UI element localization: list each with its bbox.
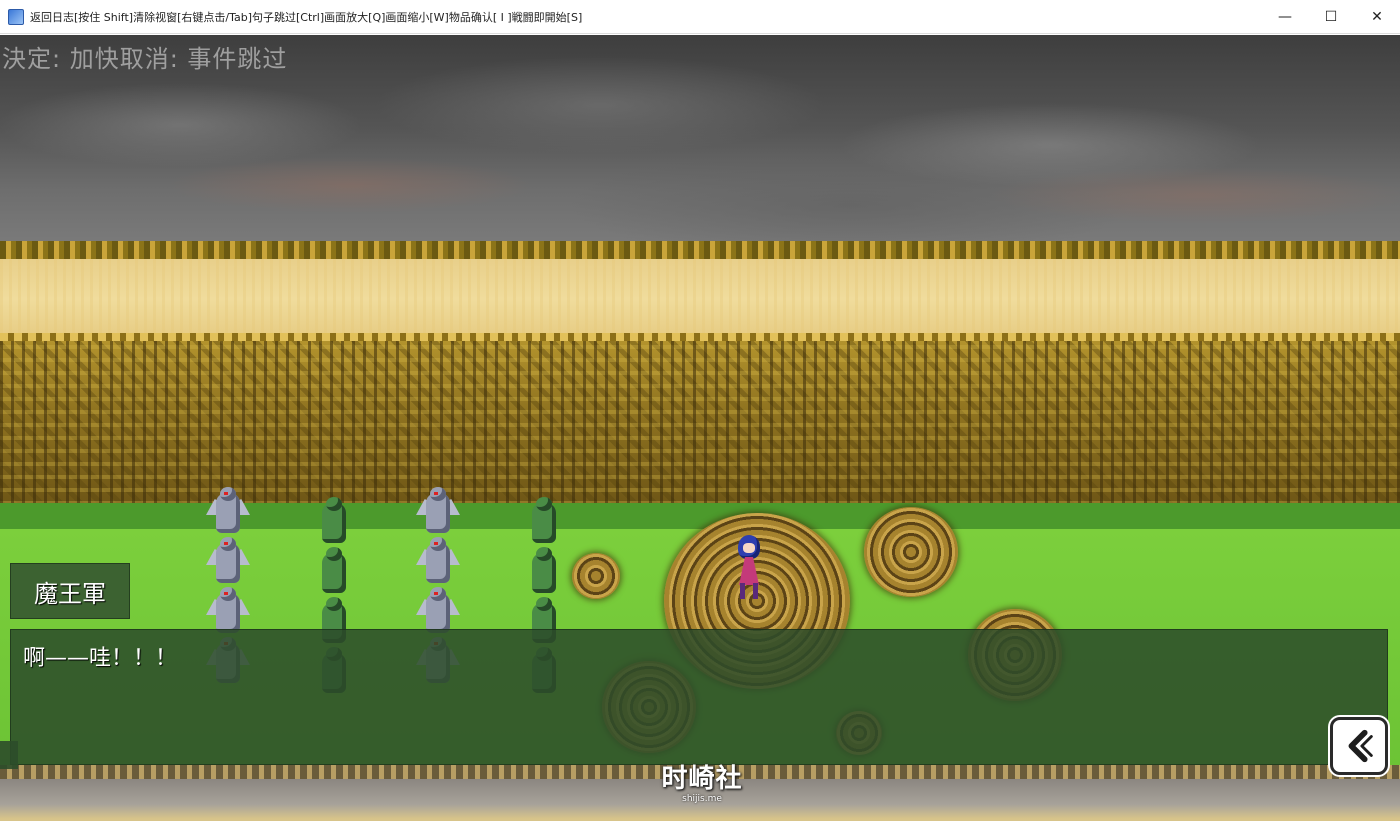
back-button[interactable] <box>1330 717 1388 775</box>
watermark-logo: 时崎社 <box>661 764 743 794</box>
dust-cloud <box>864 507 958 597</box>
watermark: 时崎社 shijis.me <box>652 764 752 804</box>
gargoyle-sprite <box>206 537 250 589</box>
goblin-sprite <box>522 547 566 599</box>
forest-edge <box>0 333 1400 341</box>
goblin-sprite <box>312 547 356 599</box>
goblin-sprite <box>522 497 566 549</box>
close-button[interactable]: ✕ <box>1354 0 1400 34</box>
message-window-tab <box>0 741 18 769</box>
message-text: 啊——哇！！！ <box>23 646 178 671</box>
minimize-button[interactable]: — <box>1262 0 1308 34</box>
back-arrow-icon <box>1348 729 1373 763</box>
hedge-border <box>0 241 1400 261</box>
gargoyle-sprite <box>416 537 460 589</box>
sand-path <box>0 259 1400 339</box>
gargoyle-sprite <box>206 487 250 539</box>
game-viewport[interactable]: 決定: 加快取消: 事件跳过 魔王軍 啊——哇！！！ 时崎社 shijis.me <box>0 35 1400 821</box>
heroine-sprite <box>734 535 764 599</box>
goblin-sprite <box>312 497 356 549</box>
app-icon <box>8 8 24 25</box>
message-window[interactable]: 啊——哇！！！ <box>10 629 1388 765</box>
speaker-name: 魔王軍 <box>34 579 106 608</box>
forest-field <box>0 335 1400 505</box>
dust-cloud <box>572 553 620 599</box>
window-controls: — ☐ ✕ <box>1262 0 1400 34</box>
controls-hint: 決定: 加快取消: 事件跳过 <box>2 45 288 73</box>
gargoyle-sprite <box>416 487 460 539</box>
window-title: 返回日志[按住 Shift]清除视窗[右键点击/Tab]句子跳过[Ctrl]画面… <box>30 10 583 24</box>
watermark-url: shijis.me <box>682 794 722 804</box>
window-titlebar: 返回日志[按住 Shift]清除视窗[右键点击/Tab]句子跳过[Ctrl]画面… <box>0 0 1400 34</box>
speaker-name-box: 魔王軍 <box>10 563 130 619</box>
maximize-button[interactable]: ☐ <box>1308 0 1354 34</box>
